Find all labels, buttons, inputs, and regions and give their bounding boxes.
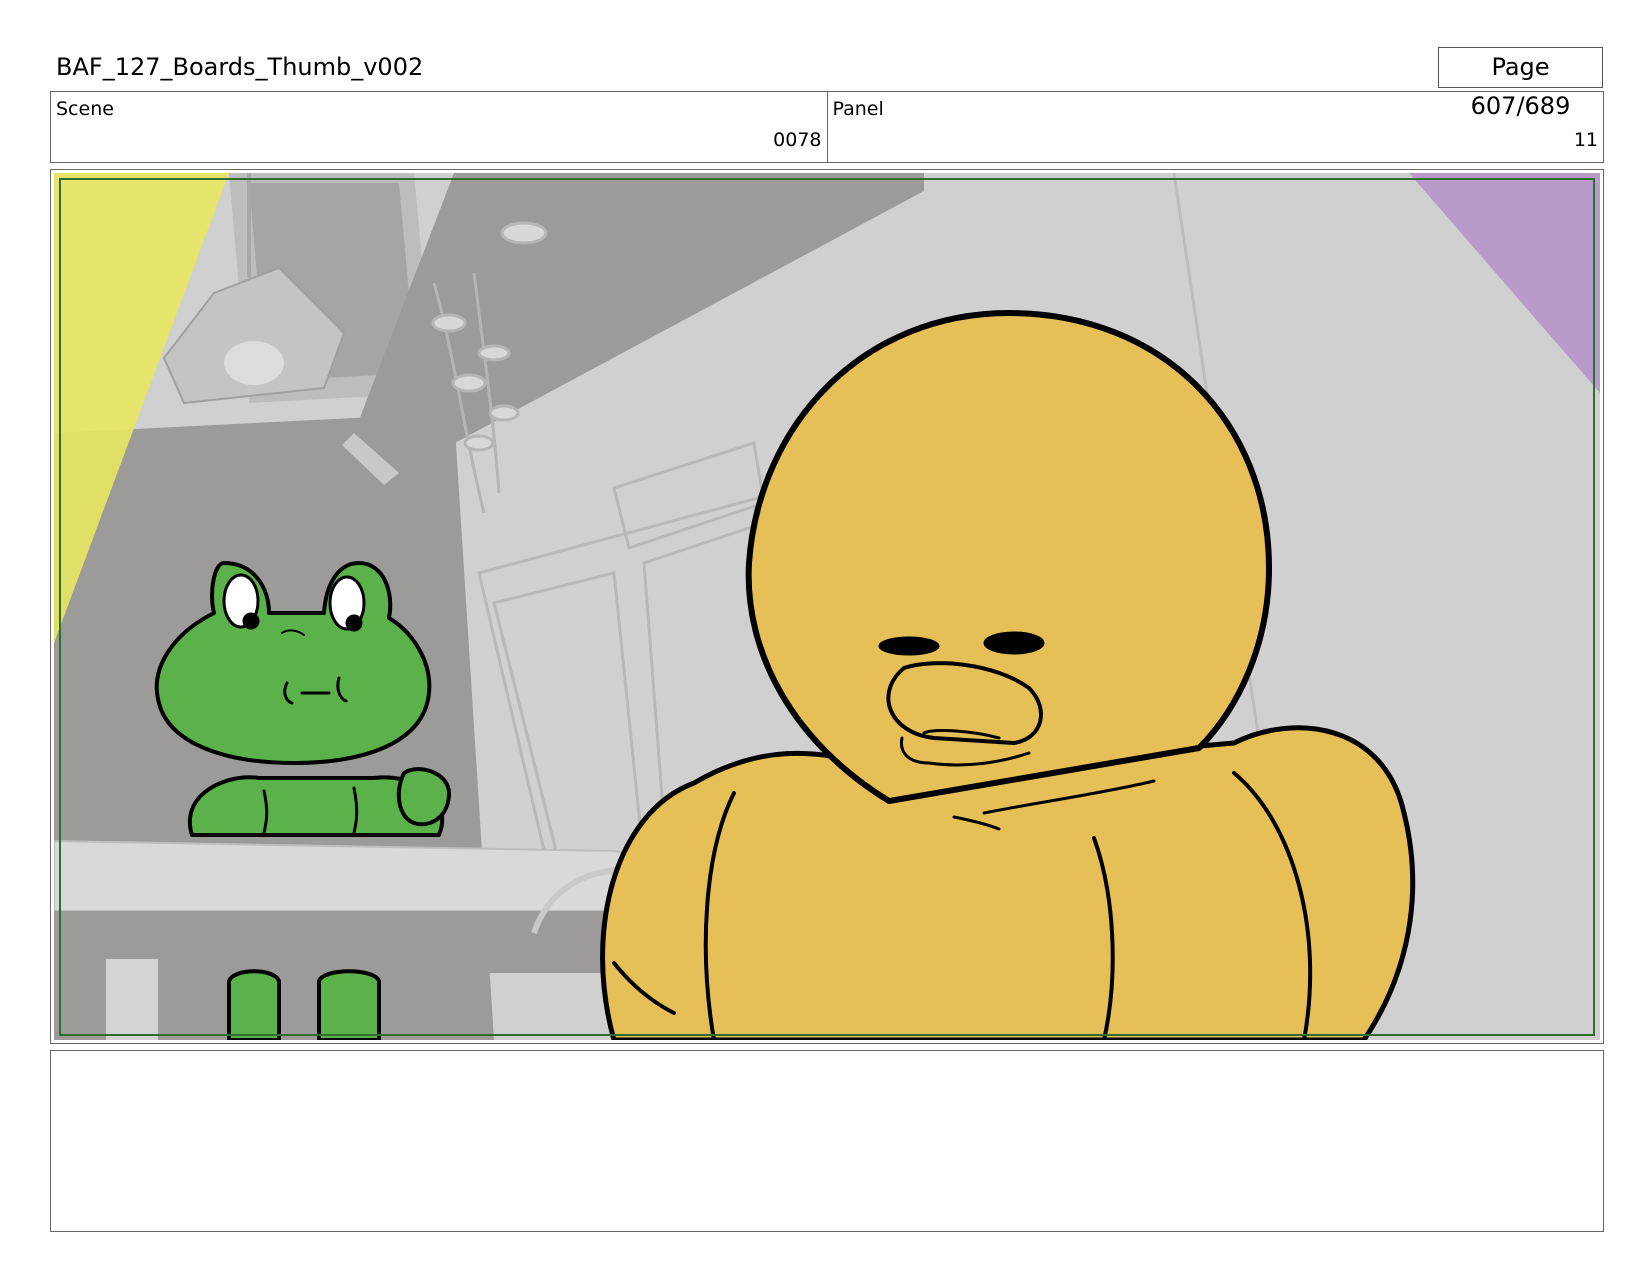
panel-number: 11: [1573, 129, 1598, 151]
page-number: Page 607/689: [1438, 47, 1603, 120]
scene-cell: Scene 0078: [51, 92, 827, 162]
panel-cell: Panel 11: [826, 92, 1604, 162]
panel-label: Panel: [832, 98, 884, 120]
document-title: BAF_127_Boards_Thumb_v002: [56, 53, 424, 81]
notes-box: [50, 1050, 1604, 1232]
storyboard-frame: [50, 169, 1604, 1044]
scene-label: Scene: [56, 98, 114, 120]
scene-number: 0078: [773, 129, 822, 151]
storyboard-image: [54, 173, 1600, 1040]
panel-info: Scene 0078 Panel 11: [50, 91, 1604, 163]
